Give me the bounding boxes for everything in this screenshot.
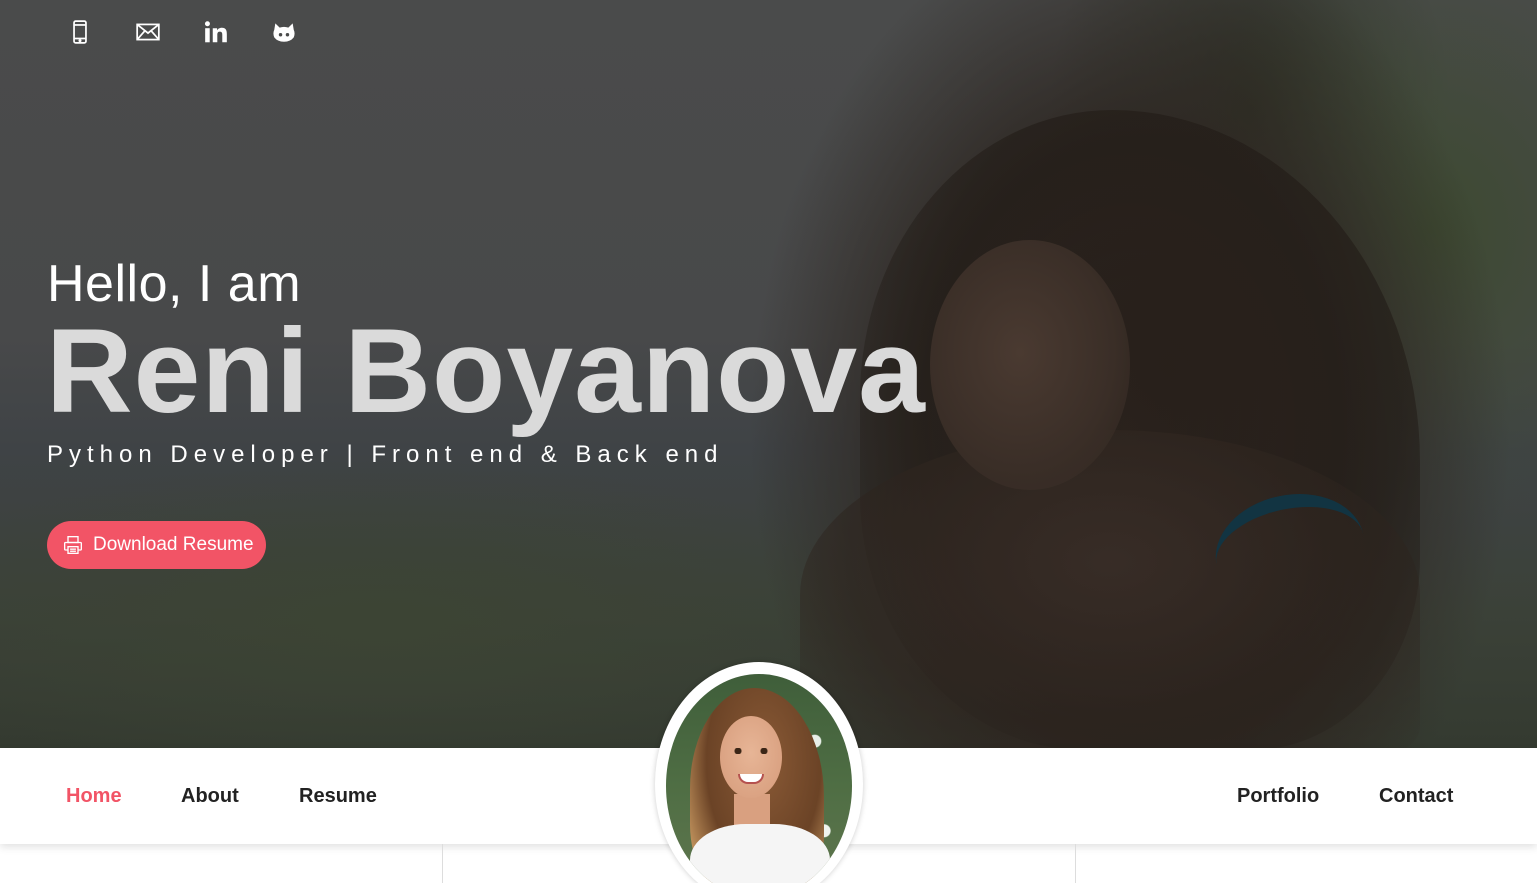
social-links [66, 18, 298, 46]
github-icon[interactable] [270, 18, 298, 46]
mail-icon[interactable] [134, 18, 162, 46]
nav-resume[interactable]: Resume [299, 784, 377, 808]
nav-contact[interactable]: Contact [1379, 784, 1453, 808]
hero-greeting: Hello, I am [47, 255, 302, 313]
nav-about[interactable]: About [181, 784, 239, 808]
section-divider [1075, 844, 1076, 883]
printer-icon [64, 536, 82, 554]
download-resume-label: Download Resume [93, 534, 254, 555]
phone-icon[interactable] [66, 18, 94, 46]
hero-name: Reni Boyanova [46, 304, 926, 438]
hero-section: Hello, I am Reni Boyanova Python Develop… [0, 0, 1537, 748]
linkedin-icon[interactable] [202, 18, 230, 46]
download-resume-button[interactable]: Download Resume [47, 521, 266, 569]
hero-subtitle: Python Developer | Front end & Back end [47, 441, 724, 468]
nav-portfolio[interactable]: Portfolio [1237, 784, 1319, 808]
section-divider [442, 844, 443, 883]
nav-home[interactable]: Home [66, 784, 122, 808]
